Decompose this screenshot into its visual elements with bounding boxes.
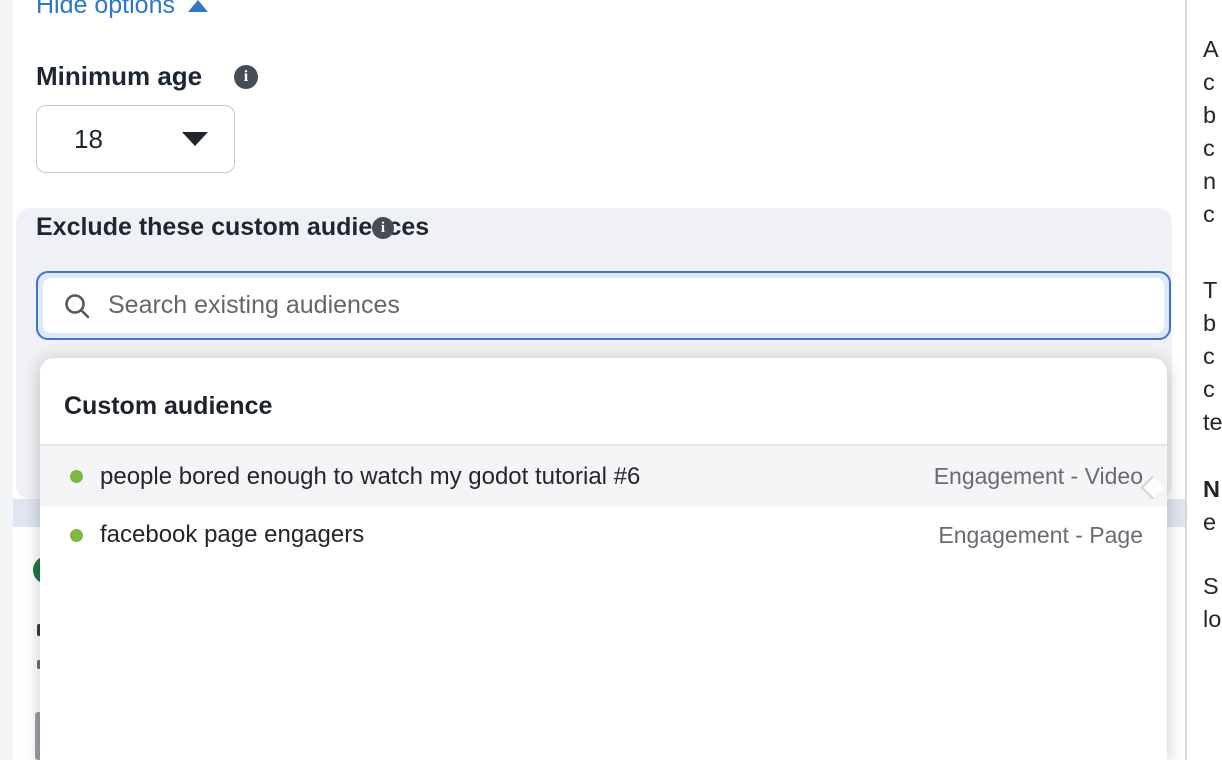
audience-name: facebook page engagers [100,521,364,549]
hide-options-label: Hide options [36,0,175,20]
active-status-dot-icon [70,529,83,542]
exclude-section-title: Exclude these custom audiences [36,213,429,242]
audience-search-box [36,271,1171,340]
audience-result-row[interactable]: facebook page engagers Engagement - Page [40,507,1167,563]
audience-type: Engagement - Page [938,522,1143,549]
chevron-down-icon [182,132,208,146]
audience-type: Engagement - Video [934,463,1143,490]
chevron-up-icon [188,0,208,12]
minimum-age-label: Minimum age [36,61,202,92]
help-paragraph: T b c c te [1203,274,1222,439]
info-icon[interactable]: i [234,65,258,89]
hide-options-link[interactable]: Hide options [36,0,208,20]
ads-manager-audience-panel: Hide options Minimum age i 18 Exclude th… [0,0,1222,760]
info-icon[interactable]: i [372,217,394,239]
pane-divider [1185,0,1187,760]
page-background-gutter [0,0,13,760]
audience-results-dropdown: Custom audience people bored enough to w… [40,358,1167,760]
help-paragraph: S lo [1203,570,1221,636]
help-paragraph: N e [1203,473,1220,539]
search-audiences-input[interactable] [108,291,1164,320]
dropdown-group-header: Custom audience [64,392,272,421]
search-icon [62,291,92,321]
help-paragraph: A c b c n c [1203,33,1219,231]
minimum-age-value: 18 [74,124,103,155]
audience-result-row[interactable]: people bored enough to watch my godot tu… [40,446,1167,507]
minimum-age-select[interactable]: 18 [36,105,235,173]
active-status-dot-icon [70,470,83,483]
audience-name: people bored enough to watch my godot tu… [100,463,640,491]
